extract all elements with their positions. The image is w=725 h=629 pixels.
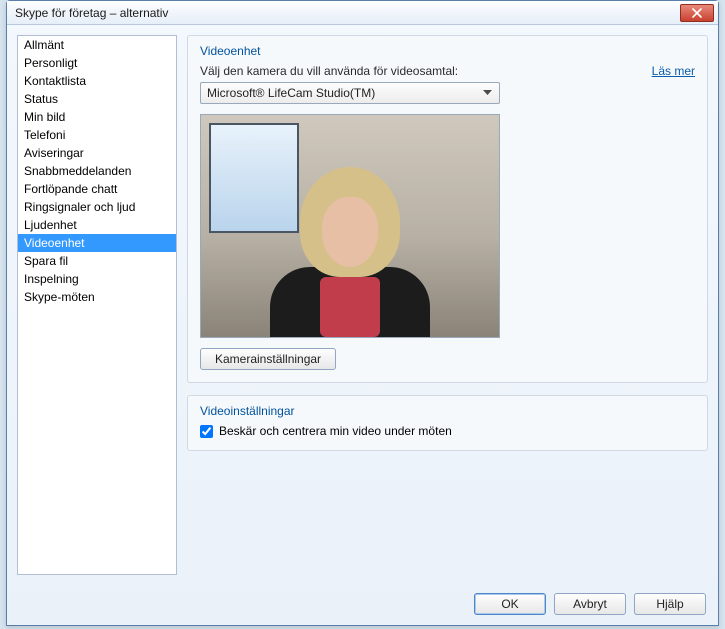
camera-select-row: Välj den kamera du vill använda för vide… [200, 64, 695, 78]
close-button[interactable] [680, 4, 714, 22]
sidebar-item-min-bild[interactable]: Min bild [18, 108, 176, 126]
camera-dropdown[interactable]: Microsoft® LifeCam Studio(TM) [200, 82, 500, 104]
sidebar-item-inspelning[interactable]: Inspelning [18, 270, 176, 288]
video-device-title: Videoenhet [200, 44, 695, 58]
sidebar-item-snabbmedd[interactable]: Snabbmeddelanden [18, 162, 176, 180]
crop-center-row[interactable]: Beskär och centrera min video under möte… [200, 424, 695, 438]
sidebar-item-spara-fil[interactable]: Spara fil [18, 252, 176, 270]
sidebar-item-ringsignaler[interactable]: Ringsignaler och ljud [18, 198, 176, 216]
main-panel: Videoenhet Välj den kamera du vill använ… [187, 35, 708, 575]
camera-dropdown-value: Microsoft® LifeCam Studio(TM) [207, 86, 375, 100]
video-settings-title: Videoinställningar [200, 404, 695, 418]
dialog-footer: OK Avbryt Hjälp [7, 585, 718, 625]
camera-instruction: Välj den kamera du vill använda för vide… [200, 64, 458, 78]
sidebar-item-allmant[interactable]: Allmänt [18, 36, 176, 54]
sidebar-item-status[interactable]: Status [18, 90, 176, 108]
cancel-button[interactable]: Avbryt [554, 593, 626, 615]
sidebar-item-telefoni[interactable]: Telefoni [18, 126, 176, 144]
sidebar-item-aviseringar[interactable]: Aviseringar [18, 144, 176, 162]
sidebar: Allmänt Personligt Kontaktlista Status M… [17, 35, 177, 575]
options-dialog: Skype för företag – alternativ Allmänt P… [6, 0, 719, 626]
video-device-group: Videoenhet Välj den kamera du vill använ… [187, 35, 708, 383]
window-title: Skype för företag – alternativ [15, 6, 680, 20]
sidebar-item-kontaktlista[interactable]: Kontaktlista [18, 72, 176, 90]
sidebar-item-personligt[interactable]: Personligt [18, 54, 176, 72]
sidebar-item-videoenhet[interactable]: Videoenhet [18, 234, 176, 252]
close-icon [692, 8, 702, 18]
help-button[interactable]: Hjälp [634, 593, 706, 615]
camera-preview [200, 114, 500, 338]
ok-button[interactable]: OK [474, 593, 546, 615]
learn-more-link[interactable]: Läs mer [652, 64, 695, 78]
titlebar: Skype för företag – alternativ [7, 1, 718, 25]
sidebar-item-ljudenhet[interactable]: Ljudenhet [18, 216, 176, 234]
video-settings-group: Videoinställningar Beskär och centrera m… [187, 395, 708, 451]
crop-center-checkbox[interactable] [200, 425, 213, 438]
sidebar-item-skype-moten[interactable]: Skype-möten [18, 288, 176, 306]
dialog-body: Allmänt Personligt Kontaktlista Status M… [7, 25, 718, 585]
camera-settings-button[interactable]: Kamerainställningar [200, 348, 336, 370]
sidebar-item-fortlopande[interactable]: Fortlöpande chatt [18, 180, 176, 198]
chevron-down-icon [479, 90, 495, 96]
crop-center-label: Beskär och centrera min video under möte… [219, 424, 452, 438]
